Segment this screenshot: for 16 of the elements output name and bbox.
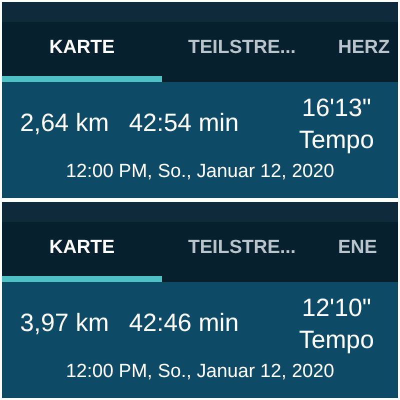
pace-label: Tempo [298, 125, 374, 156]
tab[interactable]: TEILSTRE... [162, 22, 322, 82]
distance-value: 2,64 km [20, 108, 109, 140]
pace-label: Tempo [298, 325, 374, 356]
date-text: 12:00 PM, So., Januar 12, 2020 [66, 160, 334, 184]
duration-value: 42:46 min [128, 308, 239, 340]
tab[interactable]: HERZ [322, 22, 398, 82]
tab[interactable]: TEILSTRE... [162, 222, 322, 282]
tab[interactable]: ENE [322, 222, 398, 282]
tab[interactable]: KARTE [2, 222, 162, 282]
tab[interactable]: KARTE [2, 22, 162, 82]
distance-value: 3,97 km [20, 308, 109, 340]
pace-value: 12'10" [302, 293, 372, 324]
date-text: 12:00 PM, So., Januar 12, 2020 [66, 360, 334, 384]
pace-value: 16'13" [302, 93, 372, 124]
duration-value: 42:54 min [128, 108, 239, 140]
